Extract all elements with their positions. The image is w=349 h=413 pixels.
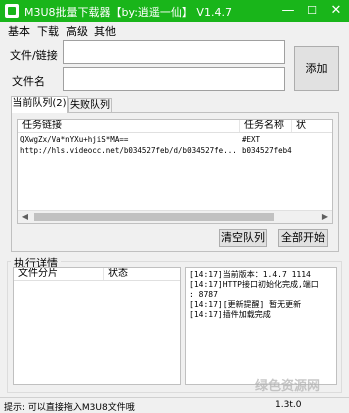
menu-bar: 基本 下载 高级 其他 [0,22,349,38]
menu-advanced[interactable]: 高级 [66,23,88,39]
tab-failed-queue[interactable]: 失败队列 [68,98,112,113]
col-status[interactable]: 状 [292,120,332,132]
title-bar: M3U8批量下载器【by:逍遥一仙】 V1.4.7 — ☐ ✕ [0,0,349,22]
maximize-button[interactable]: ☐ [302,2,322,20]
link-label: 文件/链接 [10,49,58,62]
row-link: http://hls.videocc.net/b034527feb/d/b034… [20,146,237,155]
queue-header: 任务链接 任务名称 状 [18,120,332,133]
col-task-name[interactable]: 任务名称 [240,120,292,132]
horizontal-scrollbar[interactable]: ◀ ▶ [18,210,332,223]
log-line: [14:17]插件加载完成 [189,310,271,319]
log-panel[interactable]: [14:17]当前版本：1.4.7 1114 [14:17]HTTP接口初始化完… [185,267,337,385]
filename-input[interactable] [63,67,285,91]
add-button[interactable]: 添加 [294,46,339,91]
row-name: #EXT [242,135,261,144]
queue-tab-panel: 任务链接 任务名称 状 QXwgZx/Va*nYXu+hjiS*MA== #EX… [11,112,339,252]
status-version: 1.3t.0 [275,400,302,410]
link-input[interactable] [63,40,285,64]
watermark-text: 绿色资源网 [255,379,321,394]
queue-list[interactable]: 任务链接 任务名称 状 QXwgZx/Va*nYXu+hjiS*MA== #EX… [17,119,333,224]
table-row[interactable]: http://hls.videocc.net/b034527feb/d/b034… [18,145,332,156]
scroll-left-icon[interactable]: ◀ [18,211,32,223]
status-hint: 提示: 可以直接拖入M3U8文件哦 [4,403,135,413]
table-row[interactable]: QXwgZx/Va*nYXu+hjiS*MA== #EXT [18,134,332,145]
log-line: [14:17]HTTP接口初始化完成,端口 [189,280,319,289]
log-line: : 8787 [189,290,218,299]
scroll-thumb[interactable] [34,213,274,221]
status-bar: 提示: 可以直接拖入M3U8文件哦 1.3t.0 [0,397,349,413]
log-line: [14:17][更新提醒] 暂无更新 [189,300,302,309]
clear-queue-button[interactable]: 清空队列 [219,229,267,247]
log-line: [14:17]当前版本：1.4.7 1114 [189,270,311,279]
menu-download[interactable]: 下载 [37,23,59,39]
window-title: M3U8批量下载器【by:逍遥一仙】 V1.4.7 [24,6,232,19]
col-task-link[interactable]: 任务链接 [18,120,240,132]
menu-other[interactable]: 其他 [94,23,116,39]
segment-list[interactable]: 文件分片 状态 [13,267,181,385]
row-name: b034527feb4... [242,146,292,155]
col-segment-status[interactable]: 状态 [104,268,180,280]
start-all-button[interactable]: 全部开始 [278,229,328,247]
segment-header: 文件分片 状态 [14,268,180,281]
close-button[interactable]: ✕ [326,2,346,20]
app-icon [5,4,19,18]
scroll-right-icon[interactable]: ▶ [318,211,332,223]
filename-label: 文件名 [12,75,45,88]
col-file-segment[interactable]: 文件分片 [14,268,104,280]
row-link: QXwgZx/Va*nYXu+hjiS*MA== [20,135,129,144]
tab-current-queue[interactable]: 当前队列(2) [11,96,68,113]
minimize-button[interactable]: — [278,2,298,20]
menu-basic[interactable]: 基本 [8,23,30,39]
